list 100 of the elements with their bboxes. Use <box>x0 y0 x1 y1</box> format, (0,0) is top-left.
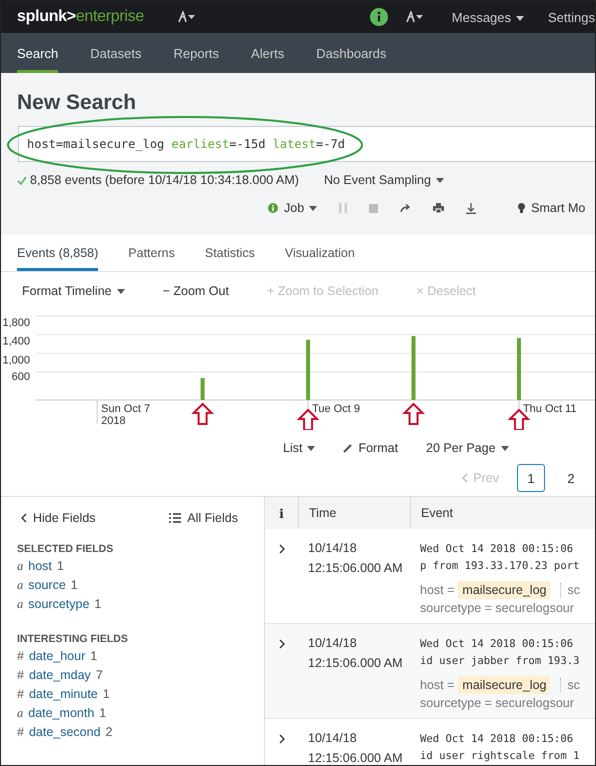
field-count: 2 <box>106 725 112 739</box>
field-name[interactable]: date_second <box>28 725 101 739</box>
results-tab[interactable]: Visualization <box>284 235 355 271</box>
sampling-dropdown[interactable]: No Event Sampling <box>324 173 444 187</box>
column-header[interactable]: Time <box>298 497 410 529</box>
field-count: 1 <box>90 649 98 663</box>
timeline-bar[interactable] <box>412 336 416 400</box>
all-fields-button[interactable]: All Fields <box>169 511 238 525</box>
event-time: 12:15:06.000 AM <box>308 561 404 575</box>
print-icon[interactable] <box>433 203 444 213</box>
section-heading: SELECTED FIELDS <box>17 543 114 555</box>
x-tick-label: Thu Oct 11 <box>522 403 577 415</box>
field-name[interactable]: source <box>28 578 66 592</box>
field-name[interactable]: host <box>28 559 52 573</box>
pencil-icon <box>343 443 354 453</box>
page-button[interactable]: 2 <box>557 464 585 492</box>
field-key: sourcetype = securelogsour <box>420 601 595 615</box>
field-count: 1 <box>94 597 102 611</box>
event-text: Wed Oct 14 2018 00:15:06 <box>420 542 574 557</box>
nav-tab[interactable]: Reports <box>174 33 220 73</box>
field-name[interactable]: date_minute <box>28 687 98 701</box>
splunk-logo[interactable]: splunk>enterprise <box>17 8 144 26</box>
share-icon[interactable] <box>400 204 412 212</box>
caret-icon <box>116 289 125 294</box>
field-count: 1 <box>102 687 110 701</box>
caret-icon <box>500 446 509 452</box>
per-page-menu[interactable]: 20 Per Page <box>426 441 509 455</box>
expand-chevron-icon[interactable] <box>278 639 284 649</box>
field-name[interactable]: sourcetype <box>28 597 90 611</box>
field-count: 1 <box>70 578 78 592</box>
info-icon <box>268 203 278 213</box>
event-text: id user rightscale from 1 <box>420 749 580 764</box>
timeline-button[interactable]: Format Timeline <box>22 284 125 298</box>
activity-icon[interactable] <box>178 11 196 23</box>
section-heading: INTERESTING FIELDS <box>17 633 129 645</box>
field-name[interactable]: date_mday <box>28 668 91 682</box>
download-icon[interactable] <box>466 202 476 214</box>
check-icon <box>17 176 27 184</box>
list-icon <box>169 513 182 523</box>
annotation-arrow <box>402 402 425 425</box>
timeline-button[interactable]: − Zoom Out <box>162 284 229 298</box>
search-field[interactable]: host=mailsecure_log earliest=-15d latest=-7d <box>18 126 595 162</box>
caret-icon <box>516 16 524 21</box>
info-icon[interactable] <box>370 8 388 26</box>
column-header: i <box>278 504 285 522</box>
field-name[interactable]: date_month <box>28 706 94 720</box>
event-date: 10/14/18 <box>308 731 358 745</box>
activity-icon[interactable] <box>406 11 424 23</box>
page-title: New Search <box>17 91 138 115</box>
event-text: Wed Oct 14 2018 00:15:06 <box>420 732 574 747</box>
y-tick-label: 600 <box>12 371 30 383</box>
nav-tab[interactable]: Datasets <box>90 33 142 73</box>
expand-chevron-icon[interactable] <box>278 734 284 744</box>
field-count: 1 <box>99 706 106 720</box>
event-text: p from 193.33.170.23 port <box>420 559 580 574</box>
field-type-marker: # <box>17 649 24 663</box>
field-type-marker: a <box>17 706 24 721</box>
field-type-marker: # <box>17 687 24 701</box>
page-button[interactable]: 1 <box>517 464 545 492</box>
field-key: sc <box>560 678 580 692</box>
top-menu[interactable]: Messages <box>452 10 524 24</box>
event-time: 12:15:06.000 AM <box>308 656 404 670</box>
nav-tab[interactable]: Dashboards <box>316 33 386 73</box>
field-value[interactable]: mailsecure_log <box>458 676 550 694</box>
timeline-bar[interactable] <box>516 338 521 400</box>
field-count: 1 <box>56 559 64 573</box>
format-button[interactable]: Format <box>343 441 398 455</box>
view-mode-menu[interactable]: List <box>283 441 316 455</box>
y-tick-label: 1,800 <box>2 317 30 329</box>
event-date: 10/14/18 <box>308 541 358 555</box>
y-tick-label: 1,000 <box>2 354 30 366</box>
search-mode-menu[interactable]: Smart Mo <box>531 201 586 215</box>
field-value[interactable]: mailsecure_log <box>458 581 550 599</box>
field-type-marker: a <box>17 559 24 574</box>
chevron-left-icon <box>21 513 27 523</box>
event-time: 12:15:06.000 AM <box>308 751 404 765</box>
x-tick-label: Tue Oct 9 <box>312 403 360 415</box>
timeline-bar[interactable] <box>306 340 310 400</box>
field-key: host = <box>420 583 454 597</box>
column-header: Event <box>410 497 595 529</box>
expand-chevron-icon[interactable] <box>278 544 284 554</box>
field-type-marker: # <box>17 668 24 682</box>
field-count: 7 <box>96 668 103 682</box>
annotation-arrow <box>191 402 214 425</box>
job-menu[interactable]: Job <box>284 201 318 215</box>
field-key: host = <box>420 678 454 692</box>
event-count: 8,858 events (before 10/14/18 10:34:18.000 AM) <box>30 173 299 187</box>
results-tab[interactable]: Events (8,858) <box>17 235 98 271</box>
field-name[interactable]: date_hour <box>28 649 86 663</box>
hide-fields-button[interactable]: Hide Fields <box>21 511 96 525</box>
lightbulb-icon <box>518 202 526 214</box>
field-type-marker: # <box>17 725 24 739</box>
nav-tab[interactable]: Alerts <box>251 33 284 73</box>
event-text: id user jabber from 193.3 <box>420 654 580 669</box>
field-type-marker: a <box>17 578 24 593</box>
event-text: Wed Oct 14 2018 00:15:06 <box>420 637 574 652</box>
caret-icon <box>309 206 318 212</box>
top-menu[interactable]: Settings <box>548 10 595 24</box>
results-tab[interactable]: Statistics <box>204 235 255 271</box>
results-tab[interactable]: Patterns <box>128 235 175 271</box>
